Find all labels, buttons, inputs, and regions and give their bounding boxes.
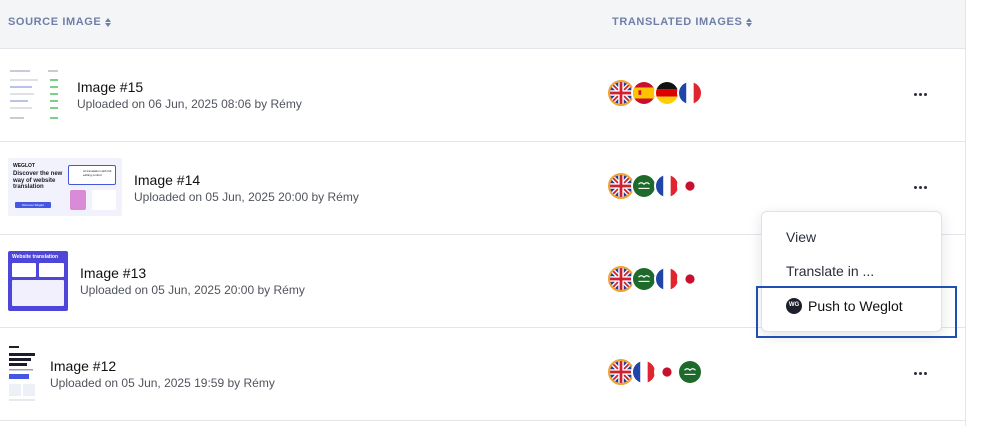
- column-header-translated[interactable]: TRANSLATED IMAGES: [612, 16, 753, 28]
- sort-icon[interactable]: [746, 17, 753, 27]
- image-title[interactable]: Image #14: [134, 172, 200, 188]
- japan-flag-icon[interactable]: [677, 173, 703, 199]
- image-title[interactable]: Image #13: [80, 265, 146, 281]
- more-options-button[interactable]: [908, 364, 932, 382]
- upload-info: Uploaded on 05 Jun, 2025 20:00 by Rémy: [80, 283, 305, 297]
- image-title[interactable]: Image #12: [50, 358, 116, 374]
- upload-info: Uploaded on 05 Jun, 2025 20:00 by Rémy: [134, 190, 359, 204]
- japan-flag-icon[interactable]: [677, 266, 703, 292]
- source-thumbnail[interactable]: Website translation: [8, 251, 68, 311]
- menu-item-translate-in[interactable]: Translate in ...: [786, 263, 874, 279]
- translated-flags: [608, 173, 703, 201]
- upload-info: Uploaded on 06 Jun, 2025 08:06 by Rémy: [77, 97, 302, 111]
- highlight-box: [756, 286, 957, 338]
- image-title[interactable]: Image #15: [77, 79, 143, 95]
- source-thumbnail[interactable]: [8, 67, 64, 125]
- table-header: SOURCE IMAGE TRANSLATED IMAGES: [0, 0, 965, 49]
- table-row[interactable]: Image #15 Uploaded on 06 Jun, 2025 08:06…: [0, 49, 965, 142]
- column-header-source[interactable]: SOURCE IMAGE: [8, 16, 112, 28]
- translated-flags: [608, 359, 703, 387]
- table-row[interactable]: Image #12 Uploaded on 05 Jun, 2025 19:59…: [0, 328, 965, 421]
- sort-icon[interactable]: [105, 17, 112, 27]
- translated-flags: [608, 80, 703, 108]
- menu-item-view[interactable]: View: [786, 229, 816, 245]
- more-options-button[interactable]: [908, 178, 932, 196]
- upload-info: Uploaded on 05 Jun, 2025 19:59 by Rémy: [50, 376, 275, 390]
- saudi-arabia-flag-icon[interactable]: [677, 359, 703, 385]
- more-options-button[interactable]: [908, 85, 932, 103]
- source-thumbnail[interactable]: WEGLOT Discover the new way of website t…: [8, 158, 122, 216]
- france-flag-icon[interactable]: [677, 80, 703, 106]
- source-thumbnail[interactable]: [8, 344, 38, 404]
- translated-flags: [608, 266, 703, 294]
